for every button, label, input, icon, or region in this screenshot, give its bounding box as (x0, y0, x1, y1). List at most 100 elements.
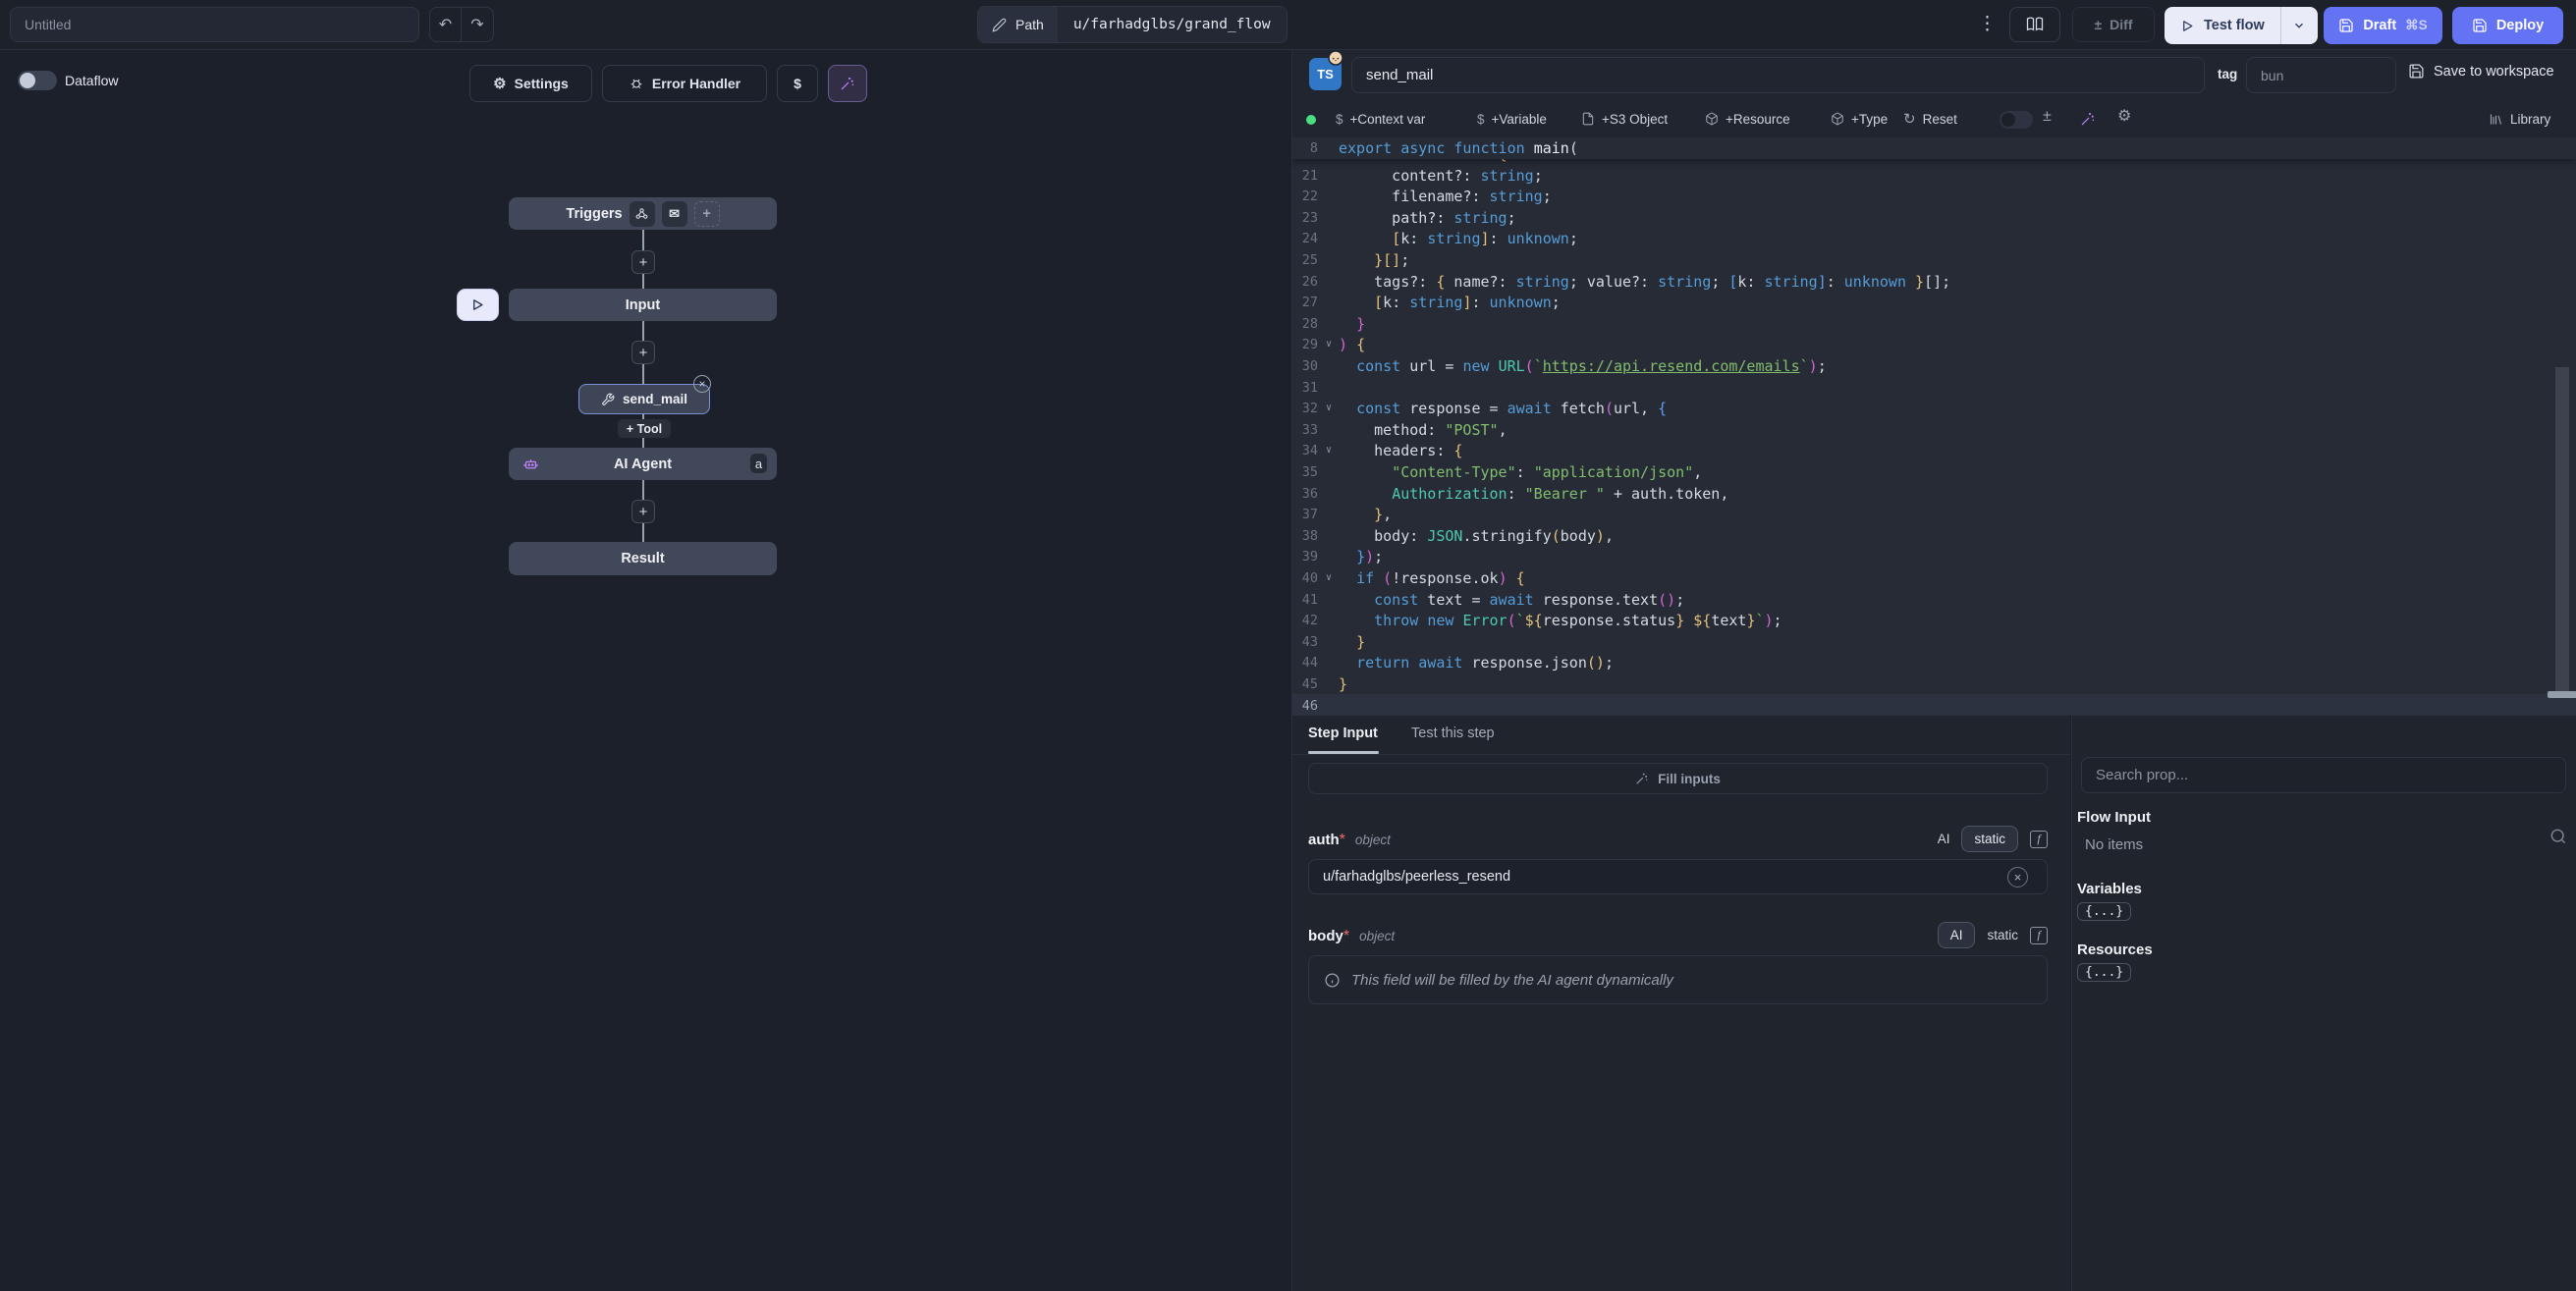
redo-button[interactable]: ↷ (462, 8, 493, 41)
remove-tool-button[interactable]: × (693, 375, 711, 393)
add-resource-button[interactable]: +Resource (1705, 106, 1790, 132)
code-line[interactable]: 44 return await response.json(); (1292, 652, 2576, 673)
body-ai-mode-button[interactable]: AI (1938, 922, 1976, 948)
code-line[interactable]: 43 } (1292, 631, 2576, 653)
webhook-trigger-icon[interactable] (630, 201, 655, 227)
code-line[interactable]: 40∨ if (!response.ok) { (1292, 567, 2576, 589)
add-tool-button[interactable]: + Tool (618, 419, 671, 438)
ai-gen-button[interactable] (2080, 111, 2096, 127)
fold-icon[interactable]: ∨ (1321, 398, 1337, 419)
search-prop-input[interactable] (2081, 757, 2566, 793)
deploy-button[interactable]: Deploy (2452, 7, 2563, 44)
resources-object-badge[interactable]: {...} (2077, 963, 2131, 982)
node-ai-agent[interactable]: AI Agent a (509, 448, 777, 480)
clear-auth-button[interactable]: × (2007, 867, 2028, 888)
expression-icon[interactable]: f (2030, 927, 2048, 944)
code-line[interactable]: 29∨) { (1292, 334, 2576, 355)
code-line[interactable]: 37 }, (1292, 504, 2576, 525)
code-line[interactable]: 28 } (1292, 313, 2576, 335)
add-s3-object-button[interactable]: +S3 Object (1581, 106, 1668, 132)
diff-button[interactable]: ± Diff (2072, 7, 2155, 42)
code-line[interactable]: 23 path?: string; (1292, 207, 2576, 229)
test-flow-dropdown[interactable] (2280, 7, 2318, 44)
expression-icon[interactable]: f (2030, 831, 2048, 848)
add-context-var-button[interactable]: $+Context var (1336, 106, 1425, 132)
reset-code-button[interactable]: ↻Reset (1903, 106, 1957, 132)
auth-value-input[interactable] (1308, 859, 2048, 894)
run-from-input-button[interactable] (457, 289, 499, 321)
insert-step-above-input[interactable]: + (631, 250, 655, 274)
code-line[interactable]: 27 [k: string]: unknown; (1292, 292, 2576, 313)
code-line[interactable]: 39 }); (1292, 546, 2576, 567)
code-line[interactable]: 35 "Content-Type": "application/json", (1292, 461, 2576, 483)
code-line[interactable]: 26 tags?: { name?: string; value?: strin… (1292, 271, 2576, 293)
path-pill[interactable]: Path u/farhadglbs/grand_flow (977, 6, 1288, 43)
tab-step-input[interactable]: Step Input (1308, 726, 1378, 741)
docs-button[interactable] (2009, 7, 2060, 42)
code-line[interactable]: 41 const text = await response.text(); (1292, 589, 2576, 611)
code-line[interactable]: 45} (1292, 673, 2576, 695)
line-number: 41 (1292, 589, 1318, 611)
fold-icon[interactable]: ∨ (1321, 334, 1337, 355)
variables-object-badge[interactable]: {...} (2077, 902, 2131, 921)
search-icon[interactable] (2549, 827, 2568, 846)
body-static-mode-button[interactable]: static (1987, 928, 2018, 942)
email-trigger-icon[interactable]: ✉ (662, 201, 687, 227)
tag-input[interactable] (2246, 57, 2396, 93)
dollar-icon: $ (1336, 112, 1343, 127)
fold-icon[interactable]: ∨ (1321, 567, 1337, 589)
undo-button[interactable]: ↶ (430, 8, 462, 41)
line-number: 35 (1292, 461, 1318, 483)
ai-assistant-button[interactable] (828, 65, 867, 102)
body-hint-text: This field will be filled by the AI agen… (1351, 972, 1673, 989)
add-trigger-button[interactable]: + (694, 201, 720, 227)
code-line[interactable]: 46 (1292, 695, 2576, 715)
code-line[interactable]: 38 body: JSON.stringify(body), (1292, 525, 2576, 547)
code-line[interactable]: 36 Authorization: "Bearer " + auth.token… (1292, 483, 2576, 505)
code-line[interactable]: 31 (1292, 377, 2576, 399)
tab-test-this-step[interactable]: Test this step (1411, 726, 1495, 741)
line-number: 31 (1292, 377, 1318, 399)
error-handler-button[interactable]: Error Handler (602, 65, 767, 102)
node-send-mail[interactable]: send_mail (578, 384, 710, 414)
insert-step-below-agent[interactable]: + (631, 500, 655, 523)
code-line[interactable]: 21 content?: string; (1292, 165, 2576, 187)
code-line[interactable]: 25 }[]; (1292, 249, 2576, 271)
dataflow-toggle[interactable] (18, 71, 57, 90)
add-type-button[interactable]: +Type (1831, 106, 1888, 132)
code-line[interactable]: 8export async function main( (1292, 137, 2576, 159)
auth-ai-mode-button[interactable]: AI (1938, 832, 1950, 846)
editor-option-toggle[interactable] (2000, 111, 2033, 129)
code-line[interactable]: 32∨ const response = await fetch(url, { (1292, 398, 2576, 419)
code-line[interactable]: 34∨ headers: { (1292, 440, 2576, 461)
test-flow-button[interactable]: Test flow (2165, 7, 2318, 44)
code-editor[interactable]: 20∨ attachments?: {21 content?: string;2… (1292, 137, 2576, 715)
code-line[interactable]: 24 [k: string]: unknown; (1292, 228, 2576, 249)
more-menu-button[interactable]: ⋮ (1978, 15, 1997, 33)
add-variable-button[interactable]: $+Variable (1477, 106, 1547, 132)
vertical-scrollbar[interactable] (2555, 367, 2569, 691)
node-input[interactable]: Input (509, 289, 777, 321)
diff-code-button[interactable]: ± (2043, 108, 2052, 126)
draft-button[interactable]: Draft ⌘S (2324, 7, 2442, 44)
horizontal-scrollbar[interactable] (2548, 691, 2576, 698)
fill-inputs-button[interactable]: Fill inputs (1308, 763, 2048, 794)
flow-title-input[interactable] (10, 7, 419, 42)
settings-button[interactable]: ⚙ Settings (469, 65, 592, 102)
node-triggers[interactable]: Triggers ✉ + (509, 197, 777, 230)
step-name-input[interactable] (1351, 57, 2205, 93)
fold-icon[interactable]: ∨ (1321, 440, 1337, 461)
workspace-currency-button[interactable]: $ (777, 65, 818, 102)
code-line[interactable]: 42 throw new Error(`${response.status} $… (1292, 610, 2576, 631)
code-line[interactable]: 30 const url = new URL(`https://api.rese… (1292, 355, 2576, 377)
auth-static-mode-button[interactable]: static (1961, 826, 2018, 852)
insert-step-below-input[interactable]: + (631, 341, 655, 364)
node-result[interactable]: Result (509, 542, 777, 575)
library-button[interactable]: Library (2489, 106, 2550, 132)
path-label-section: Path (978, 7, 1058, 42)
editor-settings-button[interactable]: ⚙ (2117, 106, 2131, 126)
code-line[interactable]: 33 method: "POST", (1292, 419, 2576, 441)
save-to-workspace-button[interactable]: Save to workspace (2408, 63, 2554, 80)
dataflow-label: Dataflow (65, 73, 118, 88)
code-line[interactable]: 22 filename?: string; (1292, 186, 2576, 207)
